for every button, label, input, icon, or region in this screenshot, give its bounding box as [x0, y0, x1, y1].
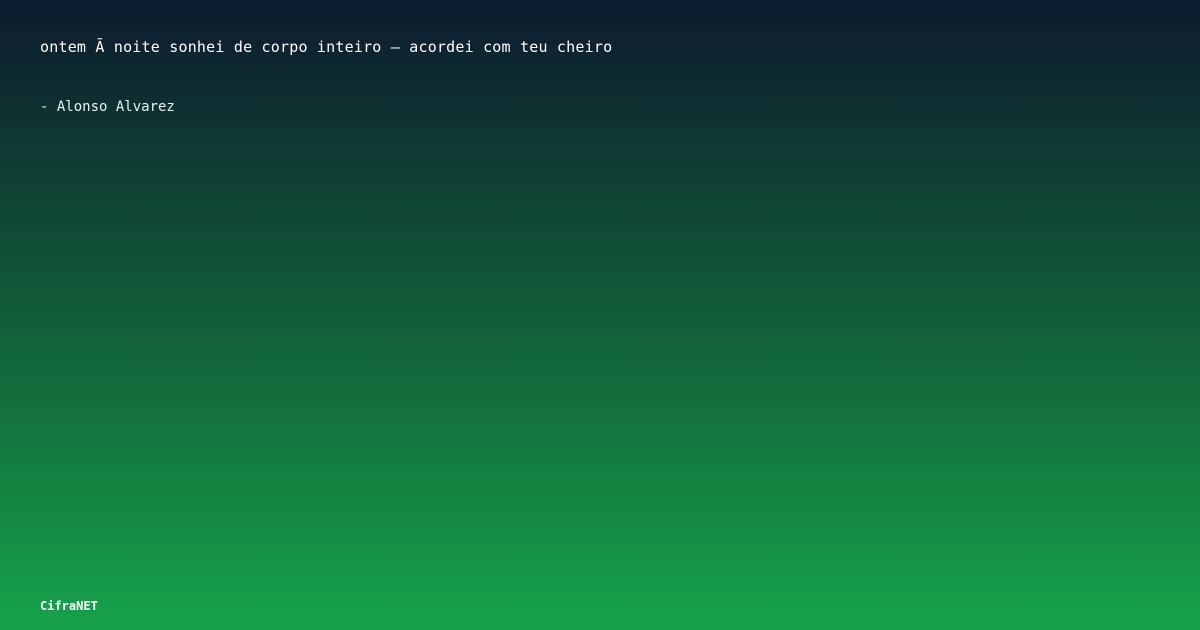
share-card: { "quote": { "text": "ontem Ã noite sonh… [0, 0, 1200, 630]
quote-author: - Alonso Alvarez [40, 99, 175, 115]
quote-text: ontem Ã noite sonhei de corpo inteiro – … [40, 38, 613, 56]
brand-logo-text: CifraNET [40, 599, 98, 613]
